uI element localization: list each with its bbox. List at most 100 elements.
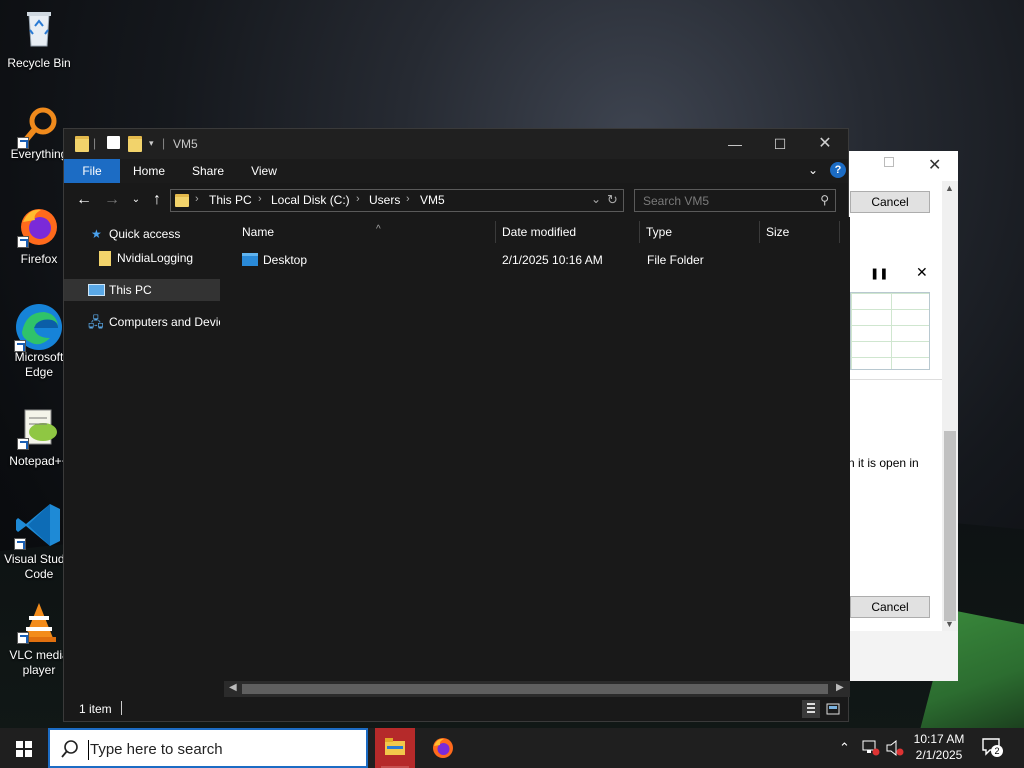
tab-home[interactable]: Home [124, 159, 174, 183]
breadcrumb-users[interactable]: Users [369, 193, 400, 207]
tab-share[interactable]: Share [182, 159, 234, 183]
vertical-scrollbar[interactable]: ▲ ▼ [942, 181, 958, 631]
breadcrumb-separator: › [356, 193, 360, 205]
forward-button[interactable]: → [102, 190, 122, 210]
scroll-up-icon[interactable]: ▲ [945, 183, 954, 193]
firefox-icon [433, 738, 453, 758]
taskbar-search-box[interactable]: Type here to search [48, 728, 368, 768]
maximize-icon [884, 157, 894, 167]
scroll-right-icon[interactable]: ▶ [836, 682, 844, 693]
file-name: Desktop [263, 253, 308, 267]
breadcrumb-vm5[interactable]: VM5 [420, 193, 445, 207]
vscode-icon [14, 500, 64, 550]
network-icon: 🖧 [88, 314, 104, 330]
details-view-button[interactable] [802, 700, 820, 718]
close-icon[interactable]: ✕ [916, 264, 928, 281]
volume-muted-icon[interactable] [886, 740, 904, 756]
file-explorer-window: | ▾ | VM5 — ☐ ✕ File Home Share View ⌄ ?… [63, 128, 850, 722]
progress-grid [850, 292, 930, 370]
refresh-icon[interactable]: ↻ [607, 192, 618, 208]
cancel-button[interactable]: Cancel [850, 596, 930, 618]
breadcrumb-local-disk[interactable]: Local Disk (C:) [271, 193, 350, 207]
firefox-icon [17, 204, 61, 248]
desktop-icon-label: Recycle Bin [7, 56, 71, 70]
title-bar[interactable]: | ▾ | VM5 — ☐ ✕ [64, 129, 848, 159]
vlc-icon [17, 600, 61, 644]
recent-locations-icon[interactable]: ⌄ [126, 190, 146, 210]
search-icon: ⚲ [820, 193, 829, 207]
nav-item-nvidialogging[interactable]: NvidiaLogging [64, 247, 220, 269]
large-icons-view-button[interactable] [824, 700, 842, 718]
folder-icon [175, 194, 189, 207]
shortcut-arrow-icon [17, 236, 29, 248]
breadcrumb-this-pc[interactable]: This PC [209, 193, 252, 207]
background-dialog: ✕ Cancel ❚❚ ✕ n it is open in Cancel ▲ ▼ [848, 151, 958, 681]
navigation-bar: ← → ⌄ ↑ › This PC › Local Disk (C:) › Us… [64, 183, 848, 217]
column-header-name[interactable]: ^ Name [236, 221, 496, 243]
show-hidden-icons[interactable]: ⌃ [839, 740, 850, 756]
nav-item-label: Quick access [109, 227, 181, 241]
folder-icon [75, 136, 89, 152]
desktop-icon-recycle-bin[interactable]: Recycle Bin [2, 6, 76, 71]
column-header-type[interactable]: Type [640, 221, 760, 243]
recycle-bin-icon [17, 6, 61, 50]
nav-item-computers-devices[interactable]: 🖧 Computers and Devices [64, 311, 220, 333]
start-button[interactable] [0, 728, 48, 768]
clock-time: 10:17 AM [913, 732, 965, 746]
separator: | [162, 136, 166, 150]
tab-file[interactable]: File [64, 159, 120, 183]
taskbar-firefox[interactable] [423, 728, 463, 768]
nav-item-this-pc[interactable]: This PC [64, 279, 220, 301]
divider [121, 701, 122, 715]
table-row[interactable]: Desktop 2/1/2025 10:16 AM File Folder [238, 249, 838, 271]
dialog-footer [848, 631, 958, 681]
scrollbar-thumb[interactable] [944, 431, 956, 621]
back-button[interactable]: ← [74, 190, 94, 210]
file-explorer-icon [385, 738, 405, 755]
address-bar[interactable]: › This PC › Local Disk (C:) › Users › VM… [170, 189, 624, 212]
clock[interactable]: 10:17 AM 2/1/2025 [906, 731, 972, 763]
tab-view[interactable]: View [240, 159, 288, 183]
window-title: VM5 [173, 137, 198, 151]
maximize-button[interactable]: ☐ [757, 129, 803, 159]
column-header-size[interactable]: Size [760, 221, 840, 243]
scroll-left-icon[interactable]: ◀ [229, 682, 237, 693]
horizontal-scrollbar[interactable]: ◀ ▶ [224, 681, 850, 697]
taskbar: Type here to search ⌃ 10:17 AM 2/1/2025 … [0, 728, 1024, 768]
new-folder-icon[interactable] [128, 136, 142, 152]
action-center-button[interactable]: 2 [982, 738, 1003, 757]
cancel-button[interactable]: Cancel [850, 191, 930, 213]
search-box[interactable]: Search VM5 ⚲ [634, 189, 836, 212]
vertical-scrollbar[interactable] [840, 217, 850, 685]
up-button[interactable]: ↑ [147, 190, 167, 210]
shortcut-arrow-icon [14, 538, 26, 550]
desktop-folder-icon [242, 253, 258, 266]
everything-icon [17, 105, 61, 149]
shortcut-arrow-icon [17, 632, 29, 644]
ribbon-tabs: File Home Share View ⌄ ? [64, 159, 848, 183]
search-icon [61, 740, 78, 758]
breadcrumb-separator: › [195, 193, 199, 205]
expand-ribbon-icon[interactable]: ⌄ [808, 163, 818, 177]
taskbar-file-explorer[interactable] [375, 728, 415, 768]
nav-item-quick-access[interactable]: ★ Quick access [64, 223, 220, 245]
close-icon[interactable]: ✕ [928, 155, 941, 175]
pause-icon[interactable]: ❚❚ [870, 267, 888, 280]
column-header-date[interactable]: Date modified [496, 221, 640, 243]
computer-icon [88, 284, 105, 296]
network-icon[interactable] [862, 740, 880, 756]
search-input[interactable]: Type here to search [90, 741, 223, 758]
help-icon[interactable]: ? [830, 162, 846, 178]
search-input[interactable]: Search VM5 [643, 194, 709, 208]
scrollbar-thumb[interactable] [242, 684, 828, 694]
minimize-button[interactable]: — [712, 129, 758, 159]
address-dropdown-icon[interactable]: ⌄ [591, 192, 601, 206]
scroll-down-icon[interactable]: ▼ [945, 619, 954, 629]
customize-toolbar-icon[interactable]: ▾ [149, 138, 154, 154]
shortcut-arrow-icon [14, 340, 26, 352]
properties-icon[interactable] [107, 136, 120, 149]
file-list: ^ Name Date modified Type Size Desktop 2… [220, 217, 840, 685]
shortcut-arrow-icon [17, 438, 29, 450]
windows-logo-icon [16, 741, 32, 757]
close-button[interactable]: ✕ [802, 129, 848, 159]
